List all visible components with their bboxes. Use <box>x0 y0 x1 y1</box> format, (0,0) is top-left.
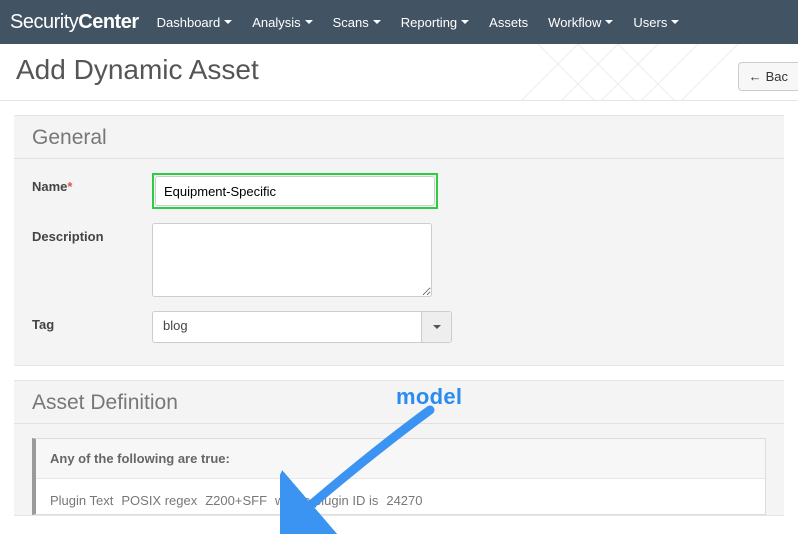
nav-users-label: Users <box>633 15 667 30</box>
rule-where-text: where plugin ID is <box>275 493 378 508</box>
decorative-geo-lines <box>518 44 758 101</box>
row-description: Description <box>32 223 766 297</box>
nav-items: Dashboard Analysis Scans Reporting Asset… <box>157 15 680 30</box>
nav-scans-label: Scans <box>333 15 369 30</box>
rule-group: Any of the following are true: Plugin Te… <box>32 438 766 515</box>
name-highlight-box <box>152 173 438 209</box>
top-nav: SecurityCenter Dashboard Analysis Scans … <box>0 0 798 44</box>
nav-reporting-label: Reporting <box>401 15 457 30</box>
name-label: Name* <box>32 173 152 194</box>
caret-down-icon <box>224 20 232 24</box>
rule-operator[interactable]: POSIX regex <box>121 493 197 508</box>
nav-analysis[interactable]: Analysis <box>252 15 312 30</box>
caret-down-icon <box>671 20 679 24</box>
nav-dashboard-label: Dashboard <box>157 15 221 30</box>
brand-part2: Center <box>78 11 138 33</box>
brand-part1: Security <box>10 11 78 33</box>
brand-logo: SecurityCenter <box>10 11 139 34</box>
nav-analysis-label: Analysis <box>252 15 300 30</box>
caret-down-icon <box>433 325 441 329</box>
name-input[interactable] <box>155 176 435 206</box>
description-label: Description <box>32 223 152 244</box>
rule-plugin-id[interactable]: 24270 <box>386 493 422 508</box>
caret-down-icon <box>605 20 613 24</box>
row-tag: Tag blog <box>32 311 766 343</box>
panel-general: General Name* Description Tag blog <box>14 115 784 366</box>
caret-down-icon <box>305 20 313 24</box>
nav-assets[interactable]: Assets <box>489 15 528 30</box>
nav-users[interactable]: Users <box>633 15 679 30</box>
nav-workflow[interactable]: Workflow <box>548 15 613 30</box>
nav-scans[interactable]: Scans <box>333 15 381 30</box>
page-header: Add Dynamic Asset ← Bac <box>0 44 798 101</box>
rule-row: Plugin Text POSIX regex Z200+SFF where p… <box>36 479 765 514</box>
nav-assets-label: Assets <box>489 15 528 30</box>
back-button[interactable]: ← Bac <box>738 62 798 91</box>
nav-workflow-label: Workflow <box>548 15 601 30</box>
nav-reporting[interactable]: Reporting <box>401 15 469 30</box>
back-button-label: Bac <box>766 69 788 84</box>
nav-dashboard[interactable]: Dashboard <box>157 15 233 30</box>
tag-select-value: blog <box>153 312 421 342</box>
required-asterisk: * <box>67 179 72 194</box>
panel-asset-def-body: Any of the following are true: Plugin Te… <box>14 424 784 515</box>
rule-value[interactable]: Z200+SFF <box>205 493 267 508</box>
rule-field[interactable]: Plugin Text <box>50 493 113 508</box>
tag-select[interactable]: blog <box>152 311 452 343</box>
rule-group-header: Any of the following are true: <box>36 439 765 479</box>
tag-select-caret[interactable] <box>421 312 451 342</box>
annotation-label: model <box>396 384 462 410</box>
name-label-text: Name <box>32 179 67 194</box>
panel-general-body: Name* Description Tag blog <box>14 159 784 365</box>
caret-down-icon <box>373 20 381 24</box>
description-textarea[interactable] <box>152 223 432 297</box>
tag-label: Tag <box>32 311 152 332</box>
arrow-left-icon: ← <box>749 69 762 84</box>
panel-general-heading: General <box>14 116 784 159</box>
row-name: Name* <box>32 173 766 209</box>
caret-down-icon <box>461 20 469 24</box>
